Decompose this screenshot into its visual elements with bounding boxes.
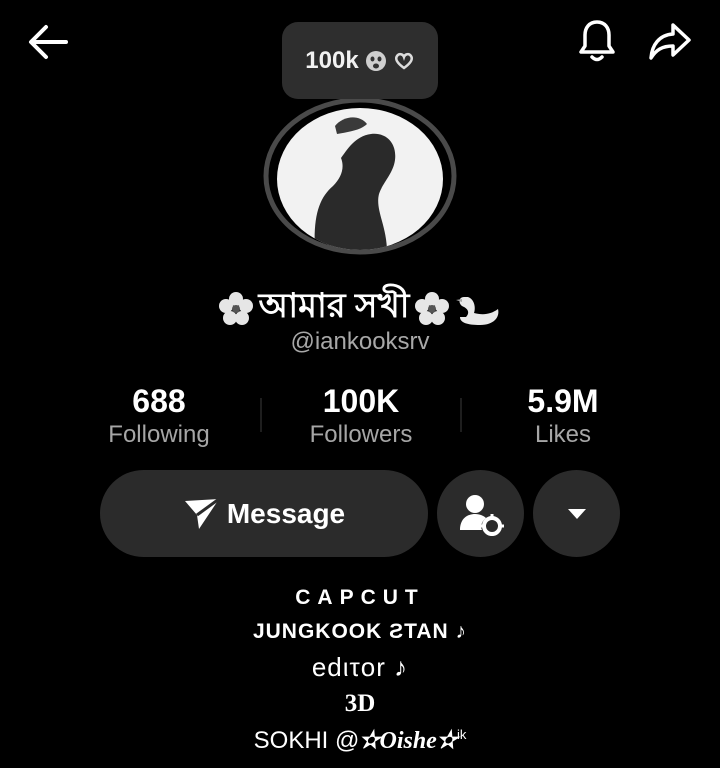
bell-icon (579, 20, 615, 62)
bio-superscript: ik (456, 727, 467, 742)
follower-milestone-badge: 100k (282, 22, 438, 99)
heart-hands-icon (394, 52, 413, 70)
bio-line: CAPCUT (295, 586, 425, 609)
stat-divider (460, 398, 462, 432)
stat-following[interactable]: 688 Following (59, 383, 259, 451)
bio-mention[interactable]: ✫Oishe✫ (359, 728, 457, 754)
message-button[interactable]: Message (100, 470, 428, 557)
caret-down-icon (567, 508, 586, 519)
bio-line: JUNGKOOK ƧTAN ♪ (252, 620, 468, 643)
cherry-blossom-icon (219, 291, 254, 325)
send-icon (184, 497, 220, 529)
stat-followers[interactable]: 100K Followers (261, 383, 461, 451)
share-arrow-icon (649, 23, 691, 60)
more-options-button[interactable] (533, 470, 620, 557)
followers-label: Followers (309, 421, 413, 448)
share-button[interactable] (644, 16, 696, 66)
following-count: 688 (132, 383, 186, 419)
badge-text: 100k (305, 46, 359, 74)
arrow-left-icon (29, 25, 68, 59)
bio-line: SOKHI @✫Oishe✫ik (0, 726, 720, 755)
cherry-blossom-icon (414, 291, 449, 325)
swan-icon (455, 296, 498, 325)
likes-label: Likes (534, 421, 592, 448)
username-handle: @iankooksrv (290, 328, 430, 355)
avatar[interactable] (275, 106, 445, 252)
followers-count: 100K (322, 383, 400, 419)
notification-button[interactable] (572, 16, 622, 66)
user-settings-icon (459, 494, 504, 536)
friend-settings-button[interactable] (437, 470, 524, 557)
back-button[interactable] (22, 18, 74, 66)
message-button-label: Message (226, 497, 346, 529)
likes-count: 5.9M (527, 383, 599, 419)
following-label: Following (108, 421, 210, 448)
bio-line: edιτor ♪ (311, 652, 409, 682)
bio-line: 3D (344, 690, 376, 717)
stat-likes[interactable]: 5.9M Likes (463, 383, 663, 451)
crying-face-icon (365, 50, 386, 71)
bio-line5-prefix: SOKHI @ (253, 727, 360, 754)
